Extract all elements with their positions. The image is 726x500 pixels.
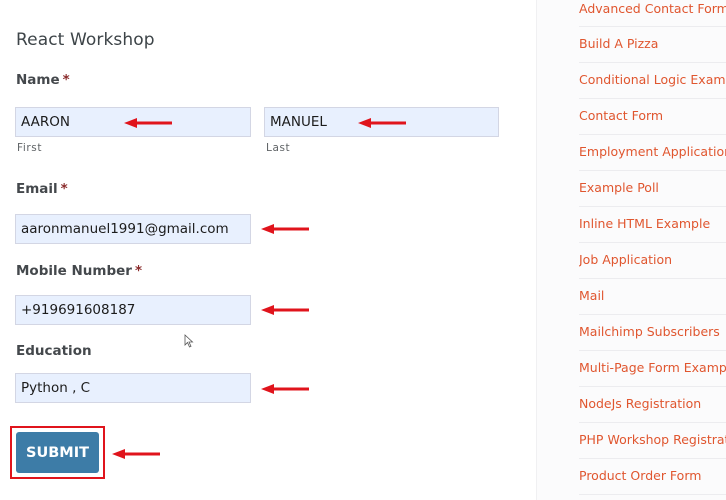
sidebar-item-nodejs-registration[interactable]: NodeJs Registration xyxy=(579,387,726,423)
form-title: React Workshop xyxy=(16,30,155,50)
form-area: React Workshop Name * AARON First MANUEL … xyxy=(0,0,536,500)
sidebar-item-multi-page-form-example[interactable]: Multi-Page Form Example xyxy=(579,351,726,387)
sidebar-item-build-a-pizza[interactable]: Build A Pizza xyxy=(579,27,726,63)
name-label-text: Name xyxy=(16,72,60,88)
sidebar-item-conditional-logic-example[interactable]: Conditional Logic Example xyxy=(579,63,726,99)
mouse-cursor-icon xyxy=(184,334,194,348)
mobile-label: Mobile Number * xyxy=(16,263,142,279)
required-mark: * xyxy=(62,72,70,88)
email-input[interactable]: aaronmanuel1991@gmail.com xyxy=(15,214,251,244)
sidebar-item-employment-application[interactable]: Employment Application xyxy=(579,135,726,171)
education-label: Education xyxy=(16,343,92,359)
sidebar-item-product-order-form[interactable]: Product Order Form xyxy=(579,459,726,495)
required-mark: * xyxy=(134,263,142,279)
sidebar-item-php-workshop-registration[interactable]: PHP Workshop Registration xyxy=(579,423,726,459)
sidebar-item-mailchimp-subscribers[interactable]: Mailchimp Subscribers xyxy=(579,315,726,351)
sidebar-item-advanced-contact-form[interactable]: Advanced Contact Form xyxy=(579,0,726,27)
education-label-text: Education xyxy=(16,343,92,359)
name-label: Name * xyxy=(16,72,70,88)
last-sublabel: Last xyxy=(266,142,291,154)
annotation-arrow-icon xyxy=(124,118,172,128)
education-input[interactable]: Python , C xyxy=(15,373,251,403)
email-label-text: Email xyxy=(16,181,58,197)
first-sublabel: First xyxy=(17,142,43,154)
sidebar-item-contact-form[interactable]: Contact Form xyxy=(579,99,726,135)
required-mark: * xyxy=(60,181,68,197)
annotation-arrow-icon xyxy=(358,118,406,128)
mobile-label-text: Mobile Number xyxy=(16,263,132,279)
email-label: Email * xyxy=(16,181,68,197)
sidebar-item-inline-html-example[interactable]: Inline HTML Example xyxy=(579,207,726,243)
annotation-arrow-icon xyxy=(261,224,309,234)
annotation-arrow-icon xyxy=(261,305,309,315)
annotation-arrow-icon xyxy=(261,384,309,394)
sidebar-item-example-poll[interactable]: Example Poll xyxy=(579,171,726,207)
annotation-arrow-icon xyxy=(112,449,160,459)
sidebar-item-job-application[interactable]: Job Application xyxy=(579,243,726,279)
submit-button[interactable]: SUBMIT xyxy=(16,432,99,473)
mobile-number-input[interactable]: +919691608187 xyxy=(15,295,251,325)
sidebar-form-list: Advanced Contact Form Build A Pizza Cond… xyxy=(579,0,726,495)
sidebar-item-mail[interactable]: Mail xyxy=(579,279,726,315)
